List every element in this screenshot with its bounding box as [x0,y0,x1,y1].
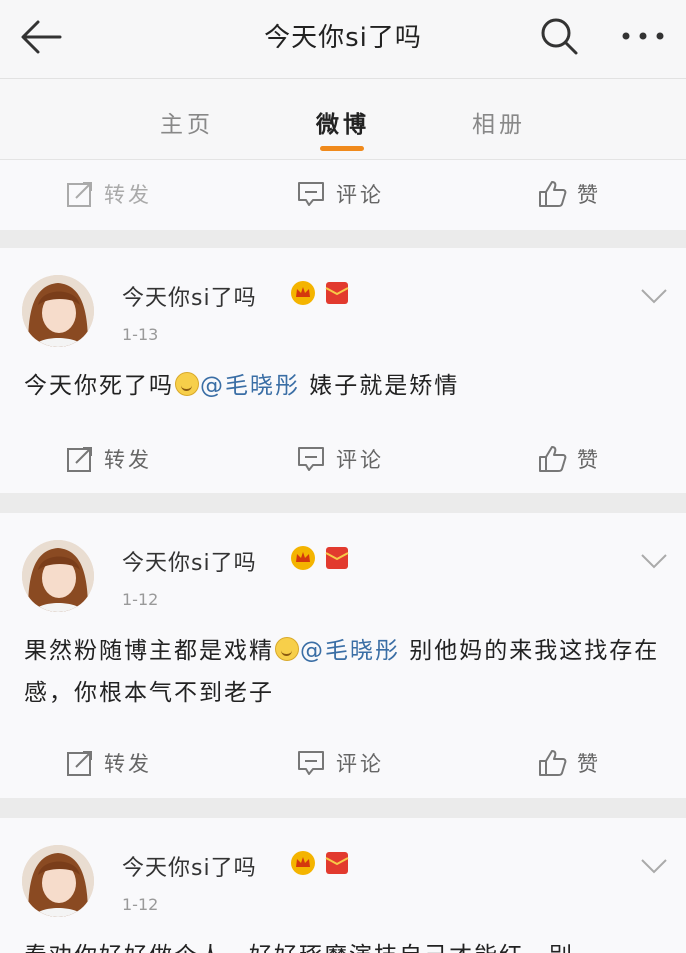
crown-badge-icon [291,281,315,305]
avatar[interactable] [22,845,94,917]
post-card: 今天你si了吗 1-12 果然粉随博主都是戏精 @毛晓彤 别他妈的来我这找存在感，… [0,513,686,798]
more-dots-icon[interactable] [620,28,666,44]
tab-album[interactable]: 相册 [472,105,526,139]
comment-label: 评论 [336,183,384,207]
username[interactable]: 今天你si了吗 [122,280,257,312]
username[interactable]: 今天你si了吗 [122,850,257,882]
avatar[interactable] [22,540,94,612]
comment-button[interactable]: 评论 [296,733,384,793]
post-text: 今天你死了吗 @毛晓彤 婊子就是矫情 [24,372,460,399]
repost-button[interactable]: 转发 [66,733,152,793]
post-text: 奉劝你好好做个人，好好琢磨演技自己才能红，别 [24,935,664,953]
top-navigation-bar: 今天你si了吗 [0,0,686,79]
red-envelope-icon [325,282,349,304]
repost-label: 转发 [104,752,152,776]
post-action-bar: 转发 评论 赞 [0,429,686,489]
post-time: 1-13 [122,325,159,344]
repost-icon [67,182,92,207]
red-envelope-icon [325,852,349,874]
chevron-down-icon[interactable] [640,288,668,304]
thumbs-up-icon [539,750,567,776]
smile-emoji-icon [275,637,299,661]
thumbs-up-icon [539,446,567,472]
like-label: 赞 [577,448,601,472]
tab-home[interactable]: 主页 [160,105,214,139]
mention-link[interactable]: @毛晓彤 [300,638,400,664]
repost-icon [67,447,92,472]
post-time: 1-12 [122,590,159,609]
avatar[interactable] [22,275,94,347]
post-card-partial: 转发 评论 赞 [0,160,686,230]
comment-label: 评论 [336,448,384,472]
post-time: 1-12 [122,895,159,914]
repost-label: 转发 [104,183,152,207]
comment-icon [298,447,324,471]
post-text: 果然粉随博主都是戏精 @毛晓彤 别他妈的来我这找存在感，你根本气不到老子 [24,637,660,706]
repost-label: 转发 [104,448,152,472]
crown-badge-icon [291,546,315,570]
mention-link[interactable]: @毛晓彤 [200,373,300,399]
like-label: 赞 [577,752,601,776]
comment-button[interactable]: 评论 [296,164,384,224]
repost-button[interactable]: 转发 [66,164,152,224]
username[interactable]: 今天你si了吗 [122,545,257,577]
post-card: 今天你si了吗 1-12 奉劝你好好做个人，好好琢磨演技自己才能红，别 [0,818,686,953]
post-card: 今天你si了吗 1-13 今天你死了吗 @毛晓彤 婊子就是矫情 转发 评论 赞 [0,248,686,493]
repost-icon [67,751,92,776]
comment-icon [298,182,324,206]
repost-button[interactable]: 转发 [66,429,152,489]
tab-weibo[interactable]: 微博 [316,105,370,139]
chevron-down-icon[interactable] [640,553,668,569]
comment-button[interactable]: 评论 [296,429,384,489]
comment-label: 评论 [336,752,384,776]
like-button[interactable]: 赞 [537,429,601,489]
thumbs-up-icon [539,181,567,207]
search-icon[interactable] [539,16,579,56]
like-button[interactable]: 赞 [537,733,601,793]
post-action-bar: 转发 评论 赞 [0,733,686,793]
page-title: 今天你si了吗 [264,23,422,53]
like-label: 赞 [577,183,601,207]
red-envelope-icon [325,547,349,569]
post-action-bar: 转发 评论 赞 [0,164,686,224]
smile-emoji-icon [175,372,199,396]
crown-badge-icon [291,851,315,875]
active-tab-indicator [320,146,364,151]
comment-icon [298,751,324,775]
like-button[interactable]: 赞 [537,164,601,224]
chevron-down-icon[interactable] [640,858,668,874]
